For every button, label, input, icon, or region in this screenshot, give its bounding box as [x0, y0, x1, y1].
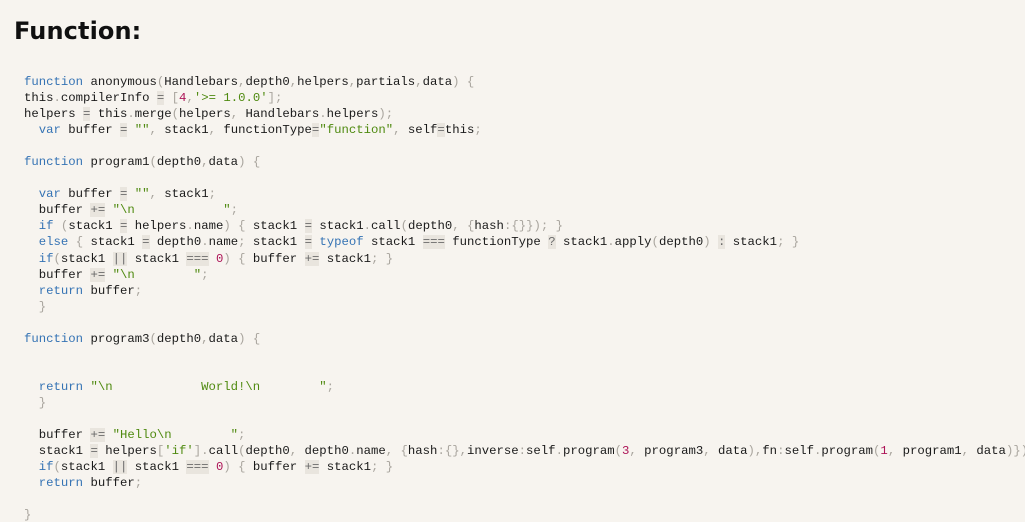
function-source-page: Function: function anonymous(Handlebars,…	[0, 0, 1025, 522]
code-line: else { stack1 = depth0.name; stack1 = ty…	[38, 235, 800, 250]
code-line: }	[24, 508, 32, 522]
code-line: helpers = this.merge(helpers, Handlebars…	[24, 107, 394, 122]
code-line: if(stack1 || stack1 === 0) { buffer += s…	[38, 460, 394, 475]
page-title: Function:	[14, 17, 142, 45]
code-line: function anonymous(Handlebars,depth0,hel…	[24, 75, 475, 89]
code-line: function program1(depth0,data) {	[24, 155, 261, 170]
code-line: return "\n World!\n ";	[38, 379, 334, 394]
code-content: function anonymous(Handlebars,depth0,hel…	[24, 75, 1025, 522]
code-line: buffer += "Hello\n ";	[38, 428, 246, 443]
code-line: if (stack1 = helpers.name) { stack1 = st…	[38, 219, 563, 234]
code-line: return buffer;	[38, 283, 143, 298]
code-line: return buffer;	[38, 476, 143, 491]
code-line: var buffer = "", stack1;	[38, 187, 216, 202]
compiled-function-code: function anonymous(Handlebars,depth0,hel…	[0, 45, 1025, 522]
code-line: buffer += "\n ";	[38, 203, 239, 218]
code-line: if(stack1 || stack1 === 0) { buffer += s…	[38, 251, 394, 266]
code-line: }	[38, 395, 47, 410]
code-line: var buffer = "", stack1, functionType="f…	[38, 123, 482, 138]
code-line: }	[38, 299, 47, 314]
code-line: buffer += "\n ";	[38, 267, 209, 282]
code-line: function program3(depth0,data) {	[24, 331, 261, 346]
code-line: stack1 = helpers['if'].call(depth0, dept…	[38, 444, 1025, 459]
code-line: this.compilerInfo = [4,'>= 1.0.0'];	[24, 91, 283, 106]
